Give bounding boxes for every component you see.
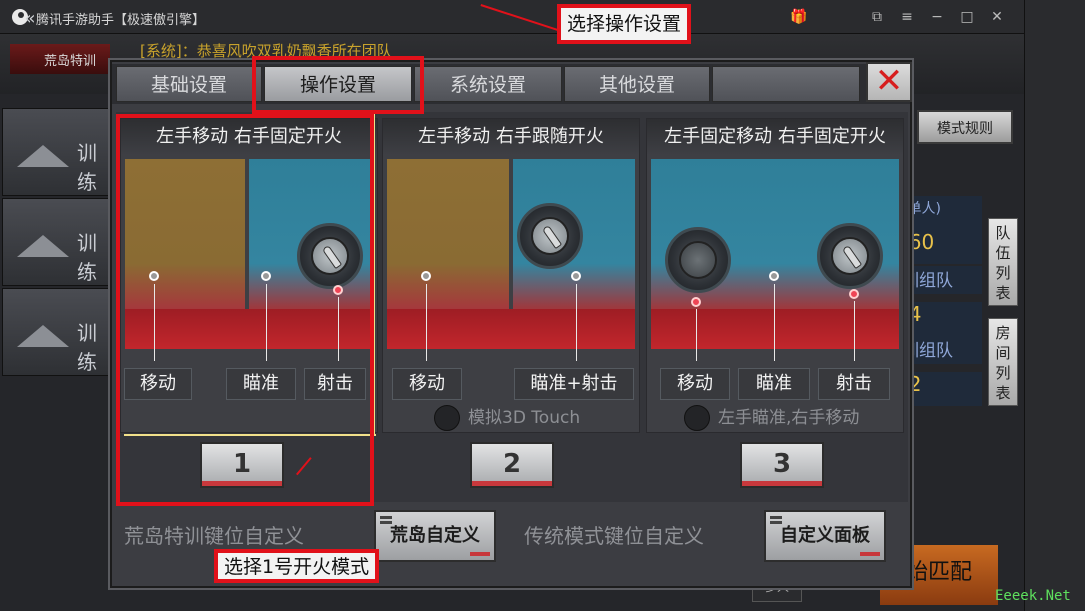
mode-preview: [387, 159, 635, 349]
popout-icon[interactable]: ⧉: [868, 8, 886, 26]
move-anchor: [691, 297, 701, 307]
hat-icon: [17, 223, 69, 257]
fire-anchor: [849, 289, 859, 299]
gift-icon[interactable]: 🎁: [790, 8, 808, 26]
tab-other-settings[interactable]: 其他设置: [564, 66, 710, 102]
3d-touch-option[interactable]: 模拟3D Touch: [434, 404, 580, 432]
bullet-icon: [841, 244, 863, 270]
control-label-fire: 射击: [818, 368, 890, 400]
tab-system-settings[interactable]: 系统设置: [414, 66, 562, 102]
island-custom-button[interactable]: 荒岛自定义: [374, 510, 496, 562]
stat-label: 训组队: [902, 336, 982, 364]
leader-line: [426, 284, 427, 361]
3d-touch-label: 模拟3D Touch: [468, 408, 581, 428]
fire-knob: [517, 203, 583, 269]
highlight-mode-1: [116, 114, 374, 506]
hat-icon: [17, 313, 69, 347]
3d-touch-radio[interactable]: [434, 405, 460, 431]
tab-basic-settings[interactable]: 基础设置: [116, 66, 262, 102]
aim-anchor: [769, 271, 779, 281]
left-mode-card[interactable]: 训练: [2, 198, 114, 286]
close-dialog-button[interactable]: ✕: [866, 62, 912, 102]
swap-hands-radio[interactable]: [684, 405, 710, 431]
mode-rules-button[interactable]: 模式规则: [917, 110, 1013, 144]
minimize-icon[interactable]: −: [928, 8, 946, 26]
close-window-icon[interactable]: ✕: [988, 8, 1006, 26]
mode-preview: [651, 159, 899, 349]
classic-custom-label: 传统模式键位自定义: [524, 524, 704, 548]
stat-value: /2: [902, 372, 982, 406]
mode-title: 左手移动 右手跟随开火: [383, 119, 639, 155]
left-mode-label: 训练: [77, 231, 97, 284]
island-custom-label: 荒岛特训键位自定义: [124, 524, 304, 548]
mode-3-button[interactable]: 3: [740, 442, 824, 488]
fire-knob: [817, 223, 883, 289]
stat-value: /4: [902, 302, 982, 336]
menu-icon[interactable]: ≡: [898, 8, 916, 26]
move-anchor: [421, 271, 431, 281]
left-mode-label: 训练: [77, 321, 97, 374]
tab-empty: [712, 66, 860, 102]
highlight-operation-tab: [252, 56, 424, 114]
move-knob: [665, 227, 731, 293]
leader-line: [696, 309, 697, 361]
bullet-icon: [541, 224, 563, 250]
custom-panel-button[interactable]: 自定义面板: [764, 510, 886, 562]
control-label-aim: 瞄准: [738, 368, 810, 400]
team-list-tab[interactable]: 队伍列表: [988, 218, 1018, 306]
collapse-sidebar-icon[interactable]: «: [17, 6, 43, 32]
swap-hands-option[interactable]: 左手瞄准,右手移动: [684, 404, 859, 432]
emulator-sidebar: [1024, 0, 1085, 611]
left-mode-card[interactable]: 训练: [2, 288, 114, 376]
control-label-aim-fire: 瞄准+射击: [514, 368, 634, 400]
swap-hands-label: 左手瞄准,右手移动: [718, 408, 860, 428]
stat-value: /60: [902, 230, 982, 264]
aim-fire-anchor: [571, 271, 581, 281]
red-band: [651, 309, 899, 349]
mode-title: 左手固定移动 右手固定开火: [647, 119, 903, 155]
left-mode-card[interactable]: 训练: [2, 108, 114, 196]
control-label-move: 移动: [392, 368, 462, 400]
callout-select-mode-1: 选择1号开火模式: [214, 549, 380, 583]
control-label-move: 移动: [660, 368, 730, 400]
maximize-icon[interactable]: □: [958, 8, 976, 26]
stat-label: 训组队: [902, 266, 982, 294]
red-band: [387, 309, 635, 349]
leader-line: [774, 284, 775, 361]
leader-line: [576, 284, 577, 361]
site-watermark: Eeeek.Net: [995, 588, 1071, 604]
back-nav[interactable]: 荒岛特训: [10, 44, 110, 74]
window-title: 腾讯手游助手【极速傲引擎】: [36, 13, 206, 28]
callout-select-operation: 选择操作设置: [557, 4, 692, 44]
left-mode-label: 训练: [77, 141, 97, 194]
hat-icon: [17, 133, 69, 167]
room-list-tab[interactable]: 房间列表: [988, 318, 1018, 406]
leader-line: [854, 301, 855, 361]
mode-2-button[interactable]: 2: [470, 442, 554, 488]
